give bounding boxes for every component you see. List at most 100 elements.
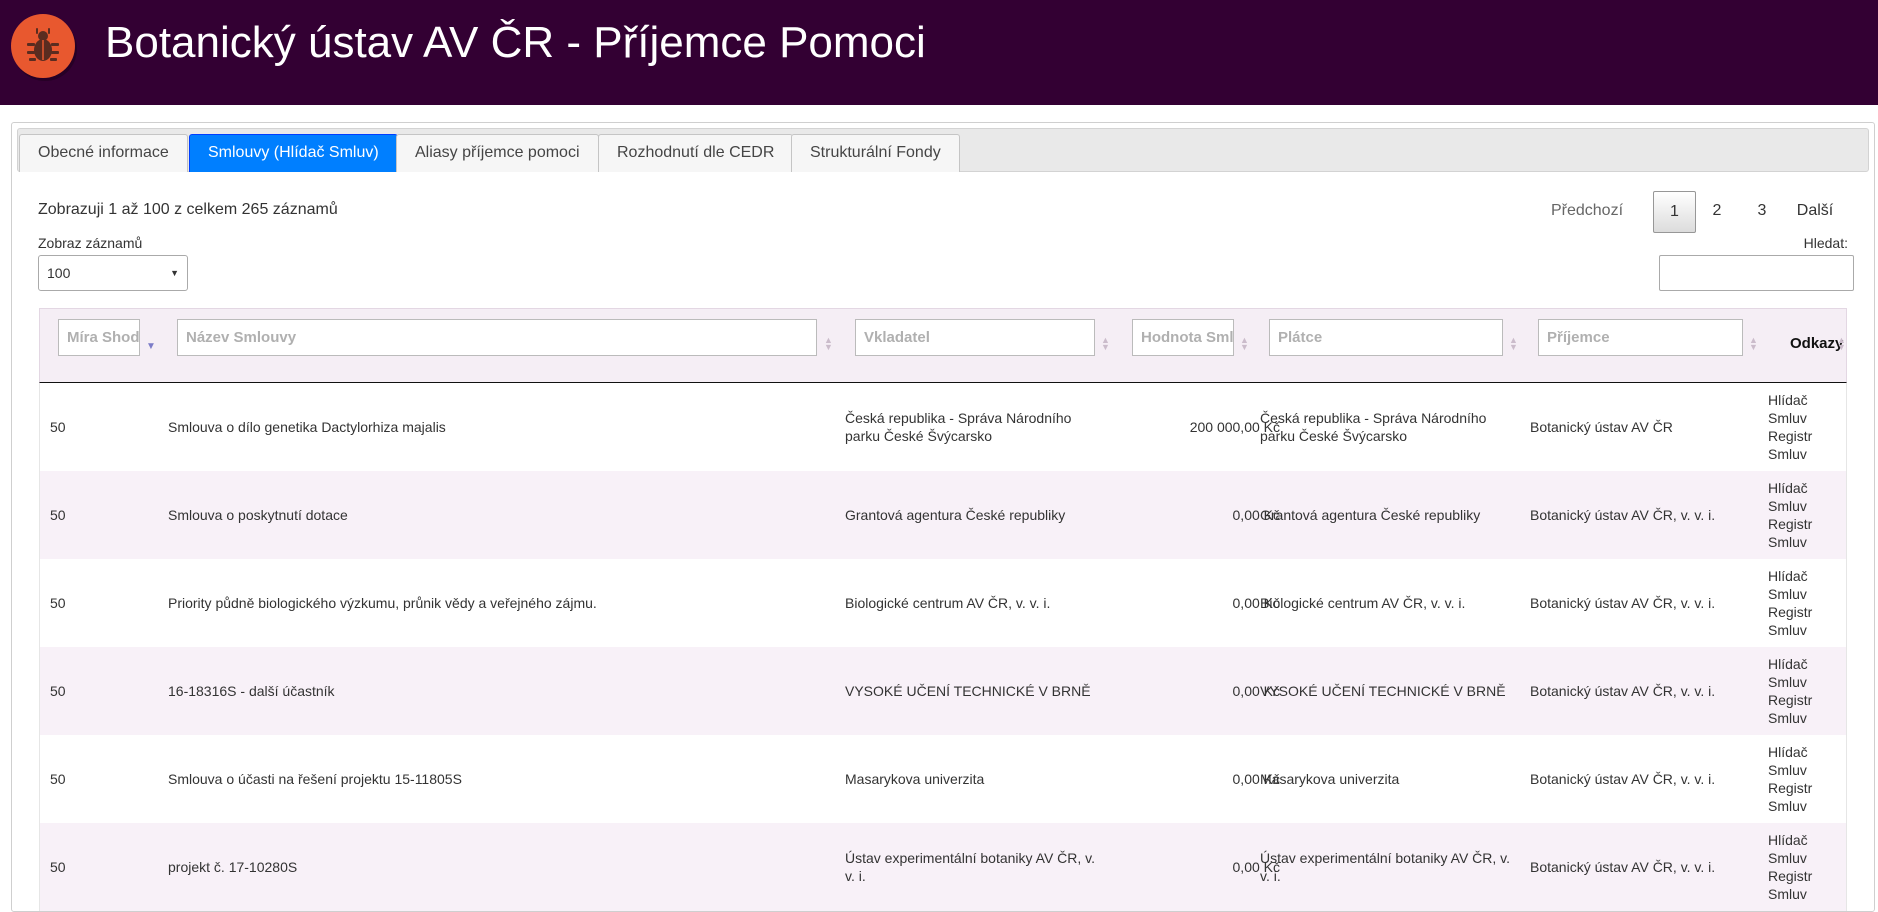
filter-nazev-smlouvy[interactable]: Název Smlouvy [177,319,817,356]
tab-smlouvy[interactable]: Smlouvy (Hlídač Smluv) [189,134,398,172]
cell-prijemce: Botanický ústav AV ČR, v. v. i. [1530,507,1716,523]
page-title: Botanický ústav AV ČR - Příjemce Pomoci [105,18,926,67]
link-hlidac-smluv[interactable]: Smluv [1768,761,1807,779]
link-registr-smluv[interactable]: Smluv [1768,885,1807,903]
filter-platce[interactable]: Plátce [1269,319,1503,356]
page-length-select[interactable]: 100 ▼ [38,255,188,291]
cell-prijemce: Botanický ústav AV ČR, v. v. i. [1530,683,1716,699]
sort-icon[interactable]: ▲ ▼ [1749,336,1758,352]
link-registr-smluv[interactable]: Registr [1768,515,1812,533]
cell-vkladatel: VYSOKÉ UČENÍ TECHNICKÉ V BRNĚ [845,683,1091,699]
cell-hodnota: 0,00 Kč [1232,859,1280,875]
cell-nazev-smlouvy: Smlouva o dílo genetika Dactylorhiza maj… [168,419,446,435]
link-hlidac-smluv[interactable]: Smluv [1768,497,1807,515]
cell-hodnota: 0,00 Kč [1232,595,1280,611]
link-hlidac-smluv[interactable]: Smluv [1768,849,1807,867]
tab-strukturalni-fondy[interactable]: Strukturální Fondy [791,134,960,172]
cell-hodnota: 200 000,00 Kč [1189,419,1280,435]
link-registr-smluv[interactable]: Smluv [1768,621,1807,639]
bug-icon [27,28,59,61]
tab-obecne-informace[interactable]: Obecné informace [19,134,188,172]
page-length-value: 100 [47,265,71,281]
pagination-page-1[interactable]: 1 [1653,191,1696,233]
cell-mira-shody: 50 [50,419,66,435]
link-hlidac-smluv[interactable]: Smluv [1768,673,1807,691]
cell-prijemce: Botanický ústav AV ČR [1530,419,1673,435]
sort-icon[interactable]: ▲ ▼ [1240,336,1249,352]
cell-vkladatel: Česká republika - Správa Národního parku… [845,410,1072,444]
link-hlidac-smluv[interactable]: Hlídač [1768,567,1808,585]
sort-icon[interactable]: ▲ ▼ [824,336,833,352]
pagination-next[interactable]: Další [1790,191,1840,233]
filter-vkladatel[interactable]: Vkladatel [855,319,1095,356]
cell-odkazy: Hlídač Smluv Registr Smluv [1768,471,1848,559]
cell-mira-shody: 50 [50,859,66,875]
cell-vkladatel: Biologické centrum AV ČR, v. v. i. [845,595,1051,611]
cell-platce: Masarykova univerzita [1260,771,1400,787]
contracts-table: Míra Shoda ▼ Název Smlouvy ▲ ▼ Vkladatel … [39,308,1847,911]
cell-vkladatel: Ústav experimentální botaniky AV ČR, v. … [845,850,1096,884]
pagination-page-3[interactable]: 3 [1747,191,1777,233]
filter-mira-shody[interactable]: Míra Shoda [58,319,140,356]
link-registr-smluv[interactable]: Smluv [1768,533,1807,551]
cell-mira-shody: 50 [50,507,66,523]
filter-prijemce[interactable]: Příjemce [1538,319,1743,356]
cell-odkazy: Hlídač Smluv Registr Smluv [1768,823,1848,911]
cell-platce: Česká republika - Správa Národního parku… [1260,410,1487,444]
tab-bar: Obecné informace Smlouvy (Hlídač Smluv) … [17,128,1869,172]
cell-platce: Grantová agentura České republiky [1260,507,1481,523]
table-row: 50 Smlouva o poskytnutí dotace Grantová … [39,471,1847,559]
link-registr-smluv[interactable]: Registr [1768,779,1812,797]
content-panel: Obecné informace Smlouvy (Hlídač Smluv) … [11,122,1875,912]
cell-hodnota: 0,00 Kč [1232,771,1280,787]
filter-hodnota-smlouvy[interactable]: Hodnota Smlouvy [1132,319,1234,356]
link-hlidac-smluv[interactable]: Hlídač [1768,743,1808,761]
site-header: Botanický ústav AV ČR - Příjemce Pomoci [0,0,1878,105]
tab-rozhodnuti-cedr[interactable]: Rozhodnutí dle CEDR [598,134,794,172]
cell-vkladatel: Grantová agentura České republiky [845,507,1066,523]
link-hlidac-smluv[interactable]: Hlídač [1768,391,1808,409]
sort-icon[interactable]: ▲ ▼ [1101,336,1110,352]
table-header: Míra Shoda ▼ Název Smlouvy ▲ ▼ Vkladatel … [39,308,1847,383]
pagination-previous[interactable]: Předchozí [1542,191,1632,233]
cell-mira-shody: 50 [50,683,66,699]
link-hlidac-smluv[interactable]: Hlídač [1768,479,1808,497]
pagination: Předchozí 1 2 3 Další [1542,191,1862,233]
link-registr-smluv[interactable]: Registr [1768,427,1812,445]
cell-hodnota: 0,00 Kč [1232,507,1280,523]
page-length-label: Zobraz záznamů [38,235,143,251]
link-registr-smluv[interactable]: Smluv [1768,445,1807,463]
table-info: Zobrazuji 1 až 100 z celkem 265 záznamů [38,201,338,218]
pagination-page-2[interactable]: 2 [1702,191,1732,233]
tab-aliasy[interactable]: Aliasy příjemce pomoci [396,134,599,172]
table-row: 50 16-18316S - další účastník VYSOKÉ UČE… [39,647,1847,735]
logo[interactable] [11,14,75,78]
search-input[interactable] [1659,255,1854,291]
link-hlidac-smluv[interactable]: Smluv [1768,585,1807,603]
table-row: 50 projekt č. 17-10280S Ústav experiment… [39,823,1847,911]
table-row: 50 Smlouva o dílo genetika Dactylorhiza … [39,383,1847,471]
cell-mira-shody: 50 [50,771,66,787]
sort-desc-icon[interactable]: ▼ [146,342,156,352]
column-header-odkazy: Odkazy [1790,335,1844,352]
table-row: 50 Priority půdně biologického výzkumu, … [39,559,1847,647]
link-hlidac-smluv[interactable]: Hlídač [1768,655,1808,673]
cell-nazev-smlouvy: Priority půdně biologického výzkumu, prů… [168,595,597,611]
table-row: 50 Smlouva o účasti na řešení projektu 1… [39,735,1847,823]
sort-icon[interactable]: ▲ ▼ [1509,336,1518,352]
link-registr-smluv[interactable]: Registr [1768,603,1812,621]
sort-icon[interactable]: ▲ ▼ [1837,336,1846,352]
link-hlidac-smluv[interactable]: Hlídač [1768,831,1808,849]
link-registr-smluv[interactable]: Smluv [1768,709,1807,727]
cell-platce: VYSOKÉ UČENÍ TECHNICKÉ V BRNĚ [1260,683,1506,699]
link-registr-smluv[interactable]: Registr [1768,867,1812,885]
link-registr-smluv[interactable]: Smluv [1768,797,1807,815]
cell-odkazy: Hlídač Smluv Registr Smluv [1768,647,1848,735]
cell-platce: Ústav experimentální botaniky AV ČR, v. … [1260,850,1511,884]
link-registr-smluv[interactable]: Registr [1768,691,1812,709]
link-hlidac-smluv[interactable]: Smluv [1768,409,1807,427]
cell-platce: Biologické centrum AV ČR, v. v. i. [1260,595,1466,611]
cell-nazev-smlouvy: 16-18316S - další účastník [168,683,335,699]
cell-odkazy: Hlídač Smluv Registr Smluv [1768,383,1848,471]
cell-odkazy: Hlídač Smluv Registr Smluv [1768,735,1848,823]
